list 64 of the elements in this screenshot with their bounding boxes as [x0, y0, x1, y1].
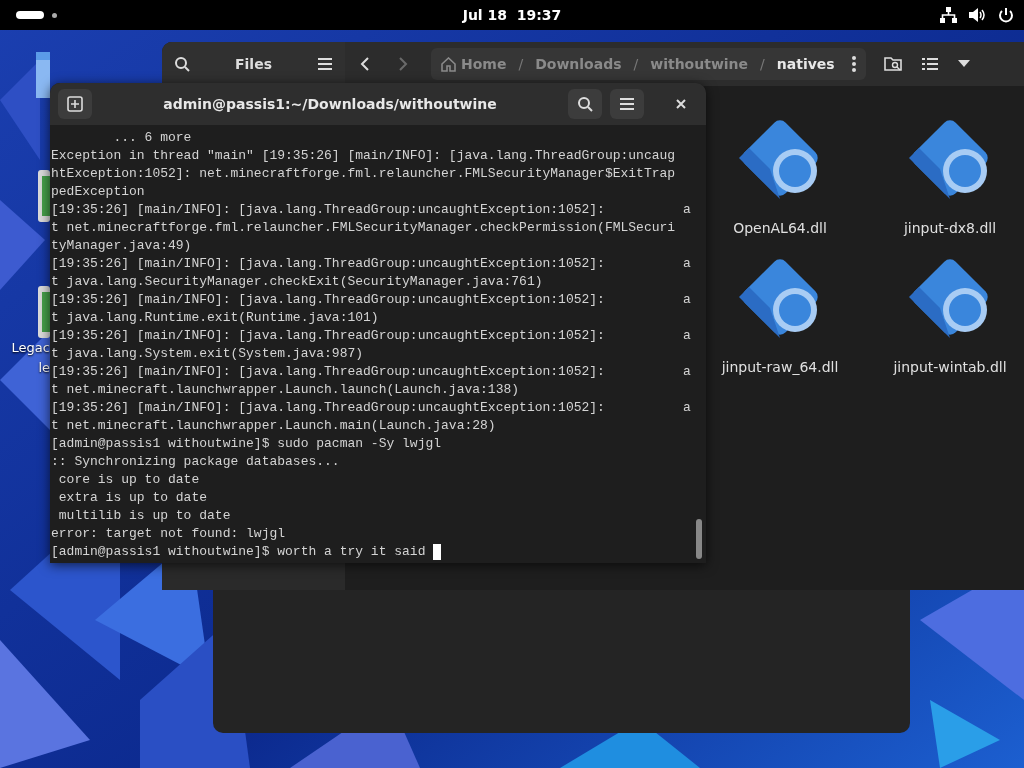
search-button[interactable]: [568, 89, 602, 119]
plus-box-icon: [67, 96, 83, 112]
file-name[interactable]: jinput-wintab.dll: [893, 359, 1007, 375]
file-name[interactable]: jinput-dx8.dll: [903, 220, 997, 236]
terminal-line: tyManager.java:49): [51, 237, 192, 255]
file-name[interactable]: OpenAL64.dll: [733, 220, 827, 236]
terminal-line: htException:1052]: net.minecraftforge.fml.relauncher.FMLSecurityManager$ExitTrap: [51, 165, 676, 183]
close-icon: [676, 99, 686, 109]
terminal-line: core is up to date: [57, 471, 200, 489]
window-title: admin@passis1:~/Downloads/withoutwine: [162, 96, 498, 112]
search-icon[interactable]: [174, 56, 190, 72]
dropdown-icon[interactable]: [958, 60, 970, 68]
terminal-line: t java.lang.SecurityManager.checkExit(SecurityManager.java:761): [51, 273, 543, 291]
app-icon: [38, 170, 50, 222]
search-icon: [577, 96, 593, 112]
icon-label[interactable]: le: [38, 358, 50, 378]
terminal-line: extra is up to date: [57, 489, 208, 507]
terminal-line: [19:35:26] [main/INFO]: [java.lang.ThreadGroup:uncaughtException:1052]: a: [51, 255, 691, 273]
app-title: Files: [234, 56, 273, 72]
terminal-line: [19:35:26] [main/INFO]: [java.lang.ThreadGroup:uncaughtException:1052]: a: [51, 363, 691, 381]
volume-icon[interactable]: [969, 7, 986, 23]
path-separator: /: [760, 56, 765, 72]
home-icon: [441, 56, 456, 72]
terminal-line: t net.minecraft.launchwrapper.Launch.launch(Launch.java:138): [51, 381, 520, 399]
workspace-dot[interactable]: [52, 12, 57, 18]
menu-icon: [619, 96, 635, 112]
icon-label[interactable]: Legac: [11, 338, 50, 358]
breadcrumb[interactable]: Downloads: [535, 56, 622, 72]
menu-button[interactable]: [610, 89, 644, 119]
terminal-line: t net.minecraftforge.fml.relauncher.FMLSecurityManager.checkPermission(FMLSecuri: [51, 219, 676, 237]
terminal-line: error: target not found: lwjgl: [51, 525, 286, 543]
new-tab-button[interactable]: [58, 89, 92, 119]
folder-search-icon[interactable]: [884, 56, 902, 72]
wallpaper-triangle: [930, 700, 1000, 768]
terminal-line: pedException: [51, 183, 145, 201]
breadcrumb[interactable]: Home: [441, 56, 507, 72]
list-view-icon[interactable]: [922, 57, 938, 71]
terminal-line: ... 6 more: [112, 129, 192, 147]
terminal-line: t java.lang.System.exit(System.java:987): [51, 345, 364, 363]
breadcrumb[interactable]: natives: [776, 56, 835, 72]
activities-indicator[interactable]: [16, 11, 44, 19]
terminal-line: [admin@passis1 withoutwine]$ sudo pacman -Sy lwjgl: [51, 435, 442, 453]
file-name[interactable]: jinput-raw_64.dll: [721, 359, 839, 375]
scrollbar-thumb[interactable]: [696, 519, 702, 559]
app-icon: [38, 286, 50, 338]
terminal-line: t java.lang.Runtime.exit(Runtime.java:101): [51, 309, 379, 327]
terminal-line: Exception in thread "main" [19:35:26] [main/INFO]: [java.lang.ThreadGroup:uncaug: [51, 147, 676, 165]
terminal-line: multilib is up to date: [57, 507, 231, 525]
menu-icon[interactable]: [317, 56, 333, 72]
more-icon[interactable]: [852, 56, 856, 72]
text-cursor: [433, 544, 442, 560]
terminal-line: [19:35:26] [main/INFO]: [java.lang.ThreadGroup:uncaughtException:1052]: a: [51, 201, 691, 219]
power-icon[interactable]: [998, 7, 1014, 23]
terminal-line: [19:35:26] [main/INFO]: [java.lang.ThreadGroup:uncaughtException:1052]: a: [51, 291, 691, 309]
breadcrumb[interactable]: withoutwine: [650, 56, 749, 72]
terminal-line: :: Synchronizing package databases...: [51, 453, 340, 471]
path-separator: /: [518, 56, 524, 72]
path-separator: /: [633, 56, 639, 72]
network-icon[interactable]: [940, 7, 957, 23]
terminal-line: [19:35:26] [main/INFO]: [java.lang.ThreadGroup:uncaughtException:1052]: a: [51, 327, 691, 345]
terminal-line: [admin@passis1 withoutwine]$ worth a try it said: [51, 543, 427, 561]
clock[interactable]: Jul 18 19:37: [462, 7, 562, 23]
terminal-line: t net.minecraft.launchwrapper.Launch.main(Launch.java:28): [51, 417, 496, 435]
terminal-line: [19:35:26] [main/INFO]: [java.lang.ThreadGroup:uncaughtException:1052]: a: [51, 399, 691, 417]
